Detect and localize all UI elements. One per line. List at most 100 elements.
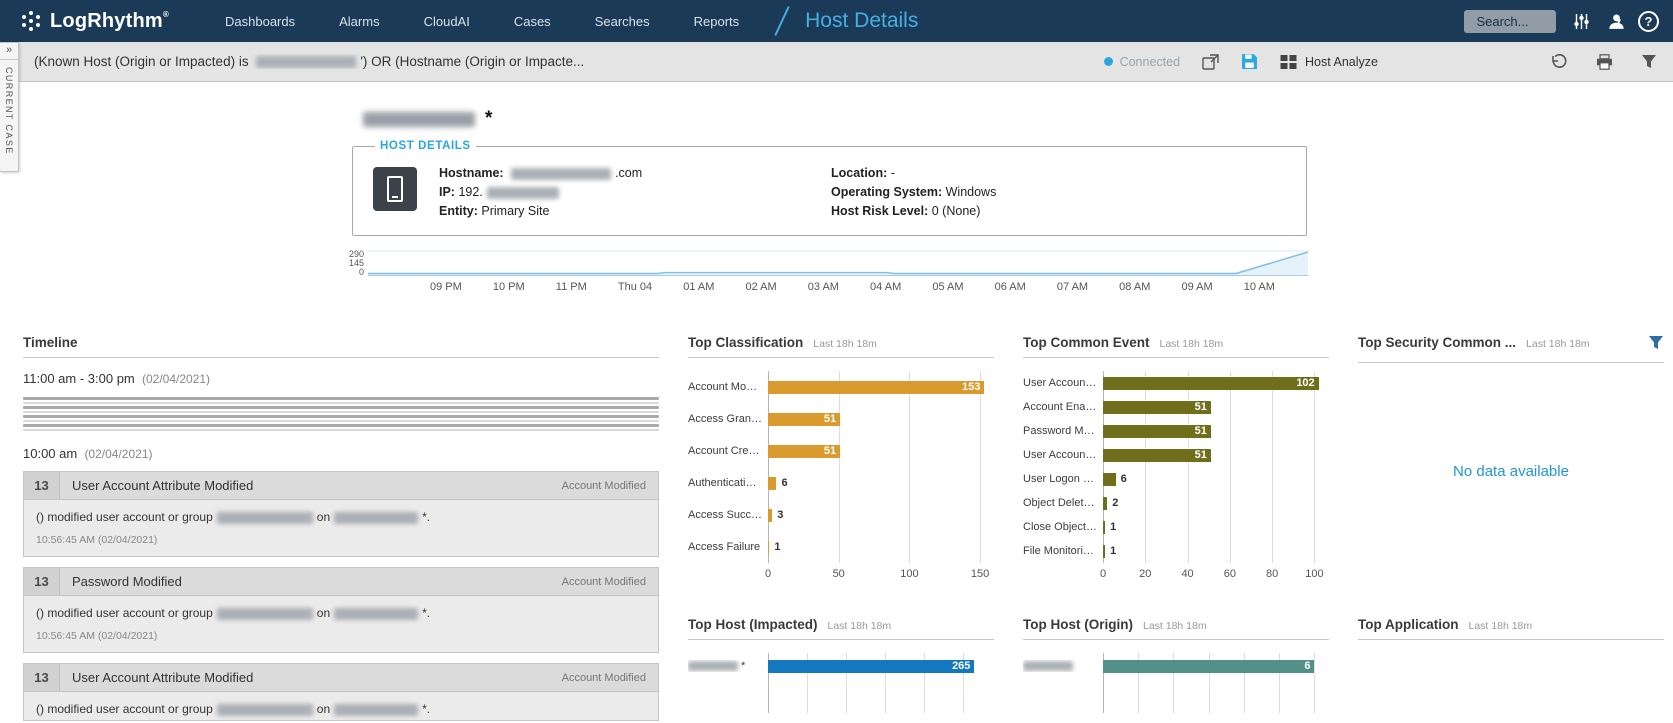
sparkline-x-tick: 09 PM	[430, 281, 462, 293]
sparkline-x-tick: 10 AM	[1244, 281, 1275, 293]
no-data-message: No data available	[1358, 463, 1664, 480]
filter-sliders-icon[interactable]	[1573, 13, 1590, 30]
bar-row: Access Success3	[688, 499, 994, 531]
current-case-label[interactable]: CURRENT CASE	[4, 67, 14, 155]
event-description: () modified user account or groupon*.	[24, 692, 658, 720]
bar-category-label: Close Object Fai...	[1023, 521, 1103, 533]
event-card-header[interactable]: 13 User Account Attribute Modified Accou…	[24, 664, 658, 692]
undo-icon[interactable]	[1550, 54, 1568, 70]
sparkline-plot[interactable]	[368, 250, 1308, 276]
brand-name: LogRhythm®	[50, 10, 169, 33]
bar-row: Close Object Fai...1	[1023, 515, 1329, 539]
logrhythm-logo: LogRhythm®	[20, 10, 169, 33]
event-classification: Account Modified	[562, 672, 658, 684]
axis-tick-label: 0	[765, 568, 771, 580]
bar[interactable]	[1103, 660, 1314, 673]
nav-item-cases[interactable]: Cases	[514, 14, 551, 29]
title-slash-divider	[774, 6, 789, 36]
bar[interactable]	[1103, 377, 1319, 390]
nav-item-searches[interactable]: Searches	[595, 14, 650, 29]
sparkline-x-tick: 03 AM	[808, 281, 839, 293]
current-case-tab[interactable]: » CURRENT CASE	[0, 42, 19, 172]
user-menu[interactable]: ▾	[1607, 12, 1621, 31]
bar-category-label: User Account C...	[1023, 449, 1103, 461]
timeline-group-2[interactable]: 10:00 am (02/04/2021)	[23, 446, 659, 461]
nav-item-cloudai[interactable]: CloudAI	[424, 14, 470, 29]
panel-title: Top Application	[1358, 617, 1459, 632]
hostname-row: Hostname: .com	[439, 164, 831, 183]
bar-value: 1	[1105, 545, 1116, 558]
sparkline-x-tick: 06 AM	[995, 281, 1026, 293]
search-button[interactable]: Search...	[1464, 10, 1556, 33]
print-icon[interactable]	[1596, 54, 1613, 70]
events-over-time-chart: 2901450 09 PM10 PM11 PMThu 0401 AM02 AM0…	[340, 250, 1330, 293]
panel-time-range: Last 18h 18m	[1143, 620, 1207, 632]
bar-row: File Monitoring...1	[1023, 539, 1329, 563]
open-in-new-window-icon[interactable]	[1202, 54, 1219, 70]
bar[interactable]	[768, 477, 776, 490]
top-host-impacted-panel: Top Host (Impacted) Last 18h 18m *265	[688, 617, 994, 721]
os-row: Operating System: Windows	[831, 183, 996, 202]
axis-tick-label: 60	[1224, 568, 1236, 580]
redacted-account	[217, 512, 313, 524]
top-host-origin-panel: Top Host (Origin) Last 18h 18m 6	[1023, 617, 1329, 721]
bar-row: Access Granted51	[688, 403, 994, 435]
connection-status: Connected	[1104, 55, 1180, 69]
nav-item-reports[interactable]: Reports	[694, 14, 740, 29]
help-icon[interactable]: ?	[1638, 11, 1659, 32]
sparkline-x-tick: 11 PM	[556, 281, 587, 293]
bar-value: 2	[1107, 497, 1118, 510]
nav-item-alarms[interactable]: Alarms	[339, 14, 379, 29]
filter-funnel-icon[interactable]	[1641, 54, 1657, 69]
save-search-icon[interactable]	[1241, 53, 1258, 70]
bar-category-label	[1023, 660, 1103, 672]
bar-row: *265	[688, 653, 994, 679]
sparkline-x-tick: 09 AM	[1181, 281, 1212, 293]
panel-title: Top Host (Impacted)	[688, 617, 818, 632]
bar-row: Account Modifi...153	[688, 371, 994, 403]
bar-row: Object Deleted... 2	[1023, 491, 1329, 515]
bar-category-label: *	[688, 660, 768, 672]
sparkline-x-tick: 10 PM	[493, 281, 525, 293]
nav-right-controls: Search... ▾ ?	[1464, 10, 1659, 33]
top-classification-panel: Top Classification Last 18h 18m Account …	[688, 335, 994, 617]
search-filter-text[interactable]: (Known Host (Origin or Impacted) is ') O…	[34, 54, 1082, 69]
event-count-badge: 13	[24, 472, 60, 499]
timeline-group-1[interactable]: 11:00 am - 3:00 pm (02/04/2021)	[23, 371, 659, 386]
event-card-header[interactable]: 13 Password Modified Account Modified	[24, 568, 658, 596]
bar[interactable]	[768, 381, 984, 394]
event-card-header[interactable]: 13 User Account Attribute Modified Accou…	[24, 472, 658, 500]
bar-value: 1	[1105, 521, 1116, 534]
expand-panel-icon[interactable]: »	[0, 43, 18, 60]
redacted-ip	[487, 187, 559, 199]
redacted-bar-label	[1023, 661, 1073, 671]
redacted-target-host	[334, 512, 418, 524]
sparkline-x-labels: 09 PM10 PM11 PMThu 0401 AM02 AM03 AM04 A…	[430, 281, 1275, 293]
bar-row: User Logon Fail...6	[1023, 467, 1329, 491]
sparkline-x-tick: 02 AM	[745, 281, 776, 293]
bar-value: 6	[776, 477, 787, 490]
brand-trademark: ®	[163, 10, 169, 19]
bar-row: 6	[1023, 653, 1329, 679]
collapsed-event-rows[interactable]	[23, 397, 659, 431]
redacted-target-host	[334, 704, 418, 716]
bar-value: 51	[824, 413, 836, 426]
axis-tick-label: 100	[1305, 568, 1323, 580]
risk-row: Host Risk Level: 0 (None)	[831, 202, 996, 221]
bar[interactable]	[768, 660, 974, 673]
chevron-down-icon: ▾	[1616, 16, 1621, 27]
bar-row: User Account A...102	[1023, 371, 1329, 395]
entity-row: Entity: Primary Site	[439, 202, 831, 221]
bar[interactable]	[1103, 473, 1116, 486]
panel-time-range: Last 18h 18m	[828, 620, 892, 632]
grid-layout-icon	[1280, 55, 1297, 69]
bar-category-label: Object Deleted...	[1023, 497, 1103, 509]
nav-item-dashboards[interactable]: Dashboards	[225, 14, 295, 29]
host-analyze-button[interactable]: Host Analyze	[1280, 55, 1378, 69]
redacted-bar-label	[688, 661, 738, 671]
bar-value: 153	[962, 381, 980, 394]
panel-filter-funnel-icon[interactable]	[1648, 335, 1664, 355]
bar-row: Authentication ...6	[688, 467, 994, 499]
panel-time-range: Last 18h 18m	[1469, 620, 1533, 632]
bar-value: 6	[1304, 660, 1310, 673]
